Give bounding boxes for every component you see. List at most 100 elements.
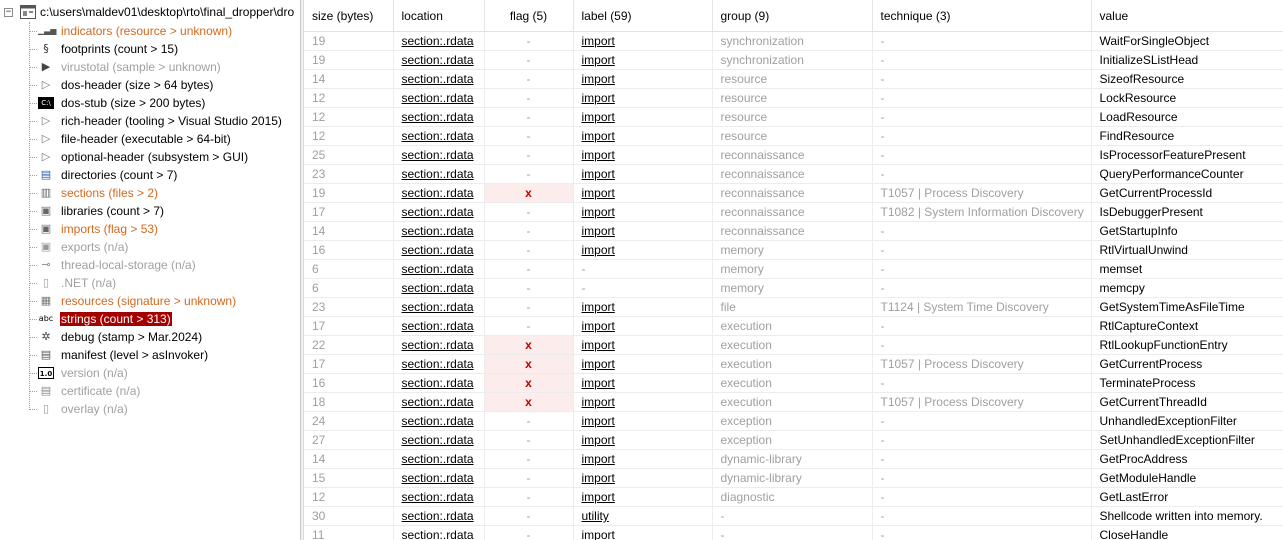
table-row[interactable]: 6 section:.rdata - - memory - memcpy	[304, 278, 1283, 298]
table-row[interactable]: 24 section:.rdata - import exception - Unhandl…	[304, 411, 1283, 431]
table-row[interactable]: 14 section:.rdata - import resource - SizeofRe…	[304, 69, 1283, 89]
table-row[interactable]: 15 section:.rdata - import dynamic-library - G…	[304, 468, 1283, 488]
table-row[interactable]: 12 section:.rdata - import resource - LockReso…	[304, 88, 1283, 108]
table-row[interactable]: 16 section:.rdata x import execution - Termina…	[304, 373, 1283, 393]
cell-size: 6	[304, 278, 394, 298]
table-row[interactable]: 16 section:.rdata - import memory - RtlVirtual…	[304, 240, 1283, 260]
cell-size: 12	[304, 88, 394, 108]
table-row[interactable]: 17 section:.rdata x import execution T1057 | …	[304, 354, 1283, 374]
tree-node[interactable]: ▣ libraries (count > 7)	[0, 202, 300, 220]
tree-node[interactable]: ▤ manifest (level > asInvoker)	[0, 346, 300, 364]
tree-node[interactable]: ▯ .NET (n/a)	[0, 274, 300, 292]
tree-node[interactable]: ▤ certificate (n/a)	[0, 382, 300, 400]
table-row[interactable]: 19 section:.rdata - import synchronization - W…	[304, 31, 1283, 51]
table-row[interactable]: 30 section:.rdata - utility - - Shellcode writ…	[304, 506, 1283, 526]
cell-group: exception	[712, 411, 873, 431]
column-header-group[interactable]: group (9)	[712, 0, 873, 32]
column-header-size[interactable]: size (bytes)	[304, 0, 394, 32]
tree-node[interactable]: ▤ directories (count > 7)	[0, 166, 300, 184]
cell-location: section:.rdata	[393, 88, 485, 108]
tree-node[interactable]: ▷ file-header (executable > 64-bit)	[0, 130, 300, 148]
table-row[interactable]: 27 section:.rdata - import exception - SetUnha…	[304, 430, 1283, 450]
cell-technique: -	[872, 468, 1092, 488]
cell-size: 18	[304, 392, 394, 412]
table-row[interactable]: 19 section:.rdata - import synchronization - I…	[304, 50, 1283, 70]
strings-grid[interactable]: size (bytes) location flag (5) label (59…	[304, 0, 1283, 540]
tree-node[interactable]: 1.0 version (n/a)	[0, 364, 300, 382]
tree-node[interactable]: ▯ overlay (n/a)	[0, 400, 300, 418]
cell-label: import	[573, 525, 713, 540]
tree-node[interactable]: ▣ exports (n/a)	[0, 238, 300, 256]
cell-location: section:.rdata	[393, 145, 485, 165]
tree-node-label: rich-header (tooling > Visual Studio 201…	[61, 114, 282, 128]
tree-node[interactable]: ▷ optional-header (subsystem > GUI)	[0, 148, 300, 166]
table-row[interactable]: 17 section:.rdata - import execution - RtlCapt…	[304, 316, 1283, 336]
cell-group: reconnaissance	[712, 221, 873, 241]
tree-node[interactable]: abc strings (count > 313)	[0, 310, 300, 328]
tree-node[interactable]: ▣ imports (flag > 53)	[0, 220, 300, 238]
table-row[interactable]: 18 section:.rdata x import execution T1057 | …	[304, 392, 1283, 412]
tree-node[interactable]: § footprints (count > 15)	[0, 40, 300, 58]
column-header-location[interactable]: location	[393, 0, 485, 32]
column-header-value[interactable]: value	[1091, 0, 1283, 32]
table-row[interactable]: 11 section:.rdata - import - - CloseHandle	[304, 525, 1283, 540]
table-row[interactable]: 14 section:.rdata - import dynamic-library - G…	[304, 449, 1283, 469]
cell-technique: -	[872, 506, 1092, 526]
tree-branch-line	[30, 229, 37, 230]
cell-location: section:.rdata	[393, 316, 485, 336]
tree-node[interactable]: ▶ virustotal (sample > unknown)	[0, 58, 300, 76]
cell-technique: -	[872, 316, 1092, 336]
table-row[interactable]: 17 section:.rdata - import reconnaissance T10…	[304, 202, 1283, 222]
cell-flag: -	[484, 107, 574, 127]
tree-node[interactable]: ✲ debug (stamp > Mar.2024)	[0, 328, 300, 346]
tree-node[interactable]: ▷ dos-header (size > 64 bytes)	[0, 76, 300, 94]
collapse-toggle[interactable]: −	[4, 8, 13, 17]
tree-branch-line	[30, 247, 37, 248]
table-row[interactable]: 12 section:.rdata - import resource - LoadReso…	[304, 107, 1283, 127]
tree-node[interactable]: ⊸ thread-local-storage (n/a)	[0, 256, 300, 274]
tree-node[interactable]: ▁▃▅ indicators (resource > unknown)	[0, 22, 300, 40]
cell-value: RtlVirtualUnwind	[1091, 240, 1283, 260]
table-row[interactable]: 6 section:.rdata - - memory - memset	[304, 259, 1283, 279]
cell-group: execution	[712, 316, 873, 336]
cell-flag: -	[484, 316, 574, 336]
cell-label: import	[573, 126, 713, 146]
cell-technique: -	[872, 449, 1092, 469]
table-row[interactable]: 12 section:.rdata - import diagnostic - GetLas…	[304, 487, 1283, 507]
cell-group: reconnaissance	[712, 145, 873, 165]
cell-size: 17	[304, 316, 394, 336]
tree-root[interactable]: − c:\users\maldev01\desktop\rto\final_dr…	[0, 4, 300, 22]
tree-node[interactable]: ▦ resources (signature > unknown)	[0, 292, 300, 310]
tree-node[interactable]: ▷ rich-header (tooling > Visual Studio 20…	[0, 112, 300, 130]
tree-node-label: optional-header (subsystem > GUI)	[61, 150, 249, 164]
table-row[interactable]: 22 section:.rdata x import execution - RtlLook…	[304, 335, 1283, 355]
tree-node-label: file-header (executable > 64-bit)	[61, 132, 231, 146]
column-header-label[interactable]: label (59)	[573, 0, 713, 32]
cell-size: 11	[304, 525, 394, 540]
tree-node[interactable]: C:\ dos-stub (size > 200 bytes)	[0, 94, 300, 112]
cell-size: 14	[304, 221, 394, 241]
table-row[interactable]: 25 section:.rdata - import reconnaissance - Is…	[304, 145, 1283, 165]
column-header-flag[interactable]: flag (5)	[484, 0, 574, 32]
tree-node-label: .NET (n/a)	[61, 276, 117, 290]
tree-node[interactable]: ▥ sections (files > 2)	[0, 184, 300, 202]
table-row[interactable]: 14 section:.rdata - import reconnaissance - Ge…	[304, 221, 1283, 241]
cell-technique: -	[872, 373, 1092, 393]
cell-group: synchronization	[712, 31, 873, 51]
cell-label: import	[573, 335, 713, 355]
table-row[interactable]: 19 section:.rdata x import reconnaissance T10…	[304, 183, 1283, 203]
tree-branch-line	[30, 409, 37, 410]
cell-flag: -	[484, 221, 574, 241]
cell-size: 14	[304, 69, 394, 89]
cell-flag: -	[484, 145, 574, 165]
table-row[interactable]: 23 section:.rdata - import reconnaissance - Qu…	[304, 164, 1283, 184]
cell-location: section:.rdata	[393, 487, 485, 507]
cell-location: section:.rdata	[393, 202, 485, 222]
cell-size: 12	[304, 487, 394, 507]
table-row[interactable]: 23 section:.rdata - import file T1124 | Syste…	[304, 297, 1283, 317]
table-row[interactable]: 12 section:.rdata - import resource - FindReso…	[304, 126, 1283, 146]
cell-technique: -	[872, 164, 1092, 184]
arrow-icon: ▷	[41, 114, 51, 127]
tree-view[interactable]: − c:\users\maldev01\desktop\rto\final_dr…	[0, 0, 300, 540]
column-header-technique[interactable]: technique (3)	[872, 0, 1092, 32]
